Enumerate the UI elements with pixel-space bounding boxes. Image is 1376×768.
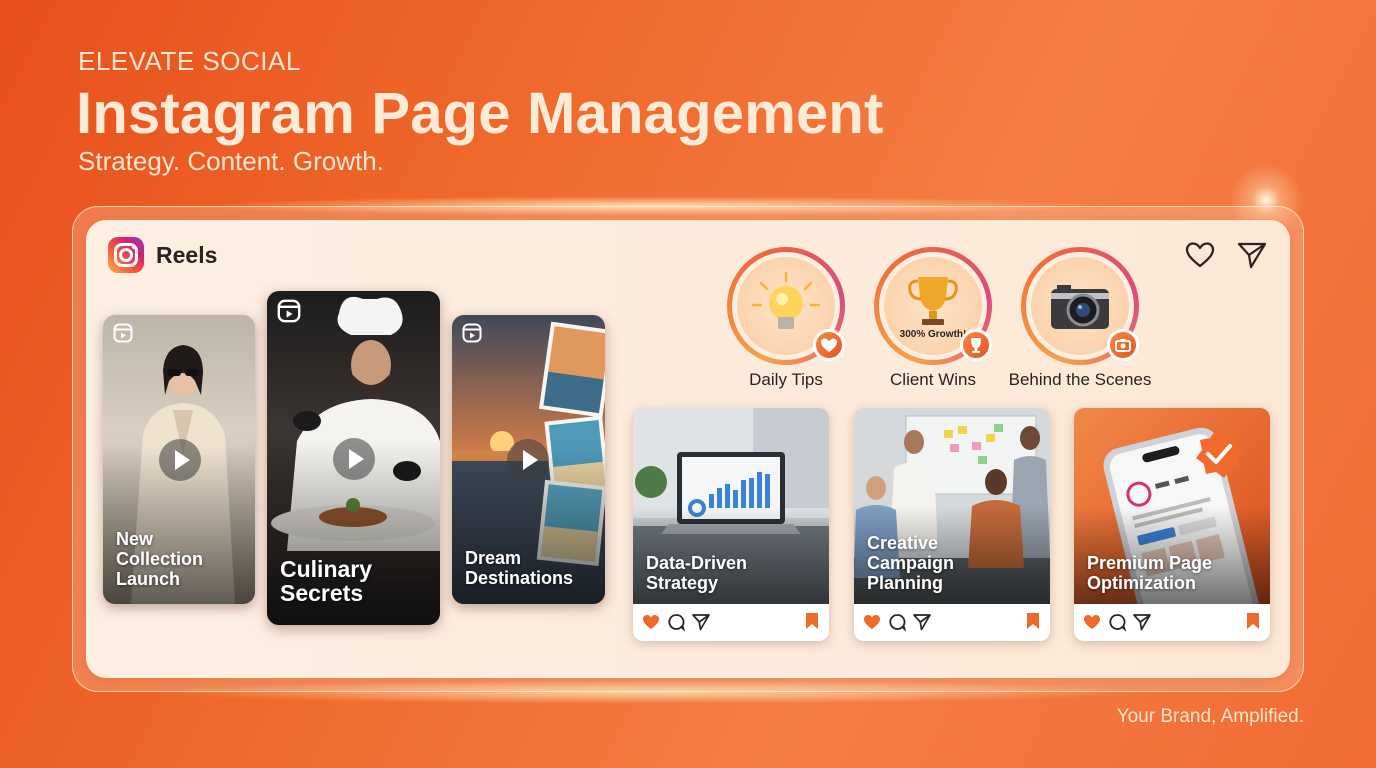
post-card-data-driven[interactable]: Data-Driven Strategy bbox=[633, 408, 829, 641]
instagram-logo-icon bbox=[108, 237, 144, 273]
highlight-label: Behind the Scenes bbox=[1008, 370, 1152, 389]
play-button[interactable] bbox=[159, 439, 201, 481]
reel-caption: Dream Destinations bbox=[465, 548, 574, 588]
reel-card-culinary-secrets[interactable]: Culinary Secrets bbox=[267, 291, 440, 625]
reels-icon bbox=[113, 323, 133, 343]
share-icon[interactable] bbox=[1132, 612, 1152, 632]
post-action-bar bbox=[854, 604, 1050, 641]
bookmark-icon[interactable] bbox=[804, 612, 820, 630]
share-icon[interactable] bbox=[691, 612, 711, 632]
reel-card-new-collection[interactable]: New Collection Launch bbox=[103, 315, 255, 604]
heart-icon[interactable] bbox=[862, 612, 882, 632]
page-title: Instagram Page Management bbox=[76, 81, 884, 146]
send-icon[interactable] bbox=[1236, 239, 1268, 271]
camera-icon bbox=[1107, 329, 1139, 361]
post-caption: Premium Page Optimization bbox=[1087, 553, 1213, 593]
heart-icon[interactable] bbox=[641, 612, 661, 632]
highlight-daily-tips[interactable] bbox=[727, 247, 845, 365]
post-caption: Creative Campaign Planning bbox=[867, 533, 955, 593]
heart-icon bbox=[813, 329, 845, 361]
post-action-bar bbox=[1074, 604, 1270, 641]
post-caption: Data-Driven Strategy bbox=[646, 553, 748, 593]
brand-label: ELEVATE SOCIAL bbox=[78, 46, 301, 76]
play-button[interactable] bbox=[333, 438, 375, 480]
comment-icon[interactable] bbox=[666, 612, 686, 632]
footer-tagline: Your Brand, Amplified. bbox=[1116, 706, 1304, 727]
heart-icon[interactable] bbox=[1082, 612, 1102, 632]
comment-icon[interactable] bbox=[1107, 612, 1127, 632]
highlight-client-wins[interactable]: 300% Growth! bbox=[874, 247, 992, 365]
highlight-behind-the-scenes[interactable] bbox=[1021, 247, 1139, 365]
post-action-bar bbox=[633, 604, 829, 641]
reels-section-title: Reels bbox=[156, 242, 218, 268]
reel-card-dream-destinations[interactable]: Dream Destinations bbox=[452, 315, 605, 604]
page-subtitle: Strategy. Content. Growth. bbox=[78, 146, 384, 176]
comment-icon[interactable] bbox=[887, 612, 907, 632]
reels-icon bbox=[277, 299, 301, 323]
bookmark-icon[interactable] bbox=[1245, 612, 1261, 630]
reel-caption: New Collection Launch bbox=[116, 529, 204, 589]
play-button[interactable] bbox=[507, 439, 549, 481]
reels-icon bbox=[462, 323, 482, 343]
trophy-icon bbox=[908, 277, 958, 325]
post-card-creative-campaign[interactable]: Creative Campaign Planning bbox=[854, 408, 1050, 641]
share-icon[interactable] bbox=[912, 612, 932, 632]
reel-caption: Culinary Secrets bbox=[280, 556, 373, 606]
bookmark-icon[interactable] bbox=[1025, 612, 1041, 630]
heart-icon[interactable] bbox=[1184, 239, 1216, 271]
post-card-premium-optimization[interactable]: Premium Page Optimization bbox=[1074, 408, 1270, 641]
trophy-icon bbox=[960, 329, 992, 361]
